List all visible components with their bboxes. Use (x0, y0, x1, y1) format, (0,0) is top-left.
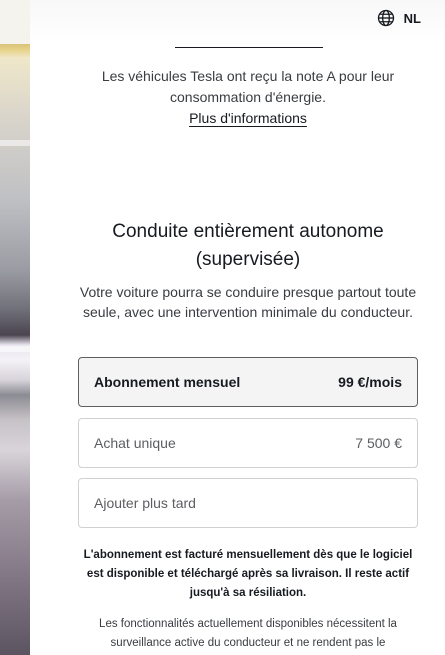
fsd-title: Conduite entièrement autonome (supervisé… (112, 221, 384, 270)
energy-rating-note: Les véhicules Tesla ont reçu la note A p… (78, 66, 418, 129)
option-price: 7 500 € (355, 435, 402, 451)
fsd-description: Votre voiture pourra se conduire presque… (79, 284, 417, 320)
background-highlight (0, 346, 30, 352)
vehicle-background-image (0, 0, 30, 655)
option-label: Abonnement mensuel (94, 374, 241, 390)
more-info-link[interactable]: Plus d'informations (189, 108, 307, 129)
option-label: Achat unique (94, 435, 176, 451)
option-add-later[interactable]: Ajouter plus tard (78, 478, 418, 528)
language-code: NL (403, 10, 421, 26)
billing-note: L'abonnement est facturé mensuellement d… (83, 549, 413, 599)
language-selector[interactable]: NL (376, 8, 421, 28)
energy-rating-text: Les véhicules Tesla ont reçu la note A p… (101, 68, 395, 105)
section-divider (175, 47, 323, 48)
globe-icon (376, 8, 396, 28)
background-highlight (0, 140, 30, 146)
option-label: Ajouter plus tard (94, 495, 196, 511)
option-price: 99 €/mois (338, 374, 402, 390)
option-one-time-purchase[interactable]: Achat unique 7 500 € (78, 418, 418, 468)
option-monthly-subscription[interactable]: Abonnement mensuel 99 €/mois (78, 357, 418, 407)
features-disclaimer: Les fonctionnalités actuellement disponi… (99, 618, 397, 649)
